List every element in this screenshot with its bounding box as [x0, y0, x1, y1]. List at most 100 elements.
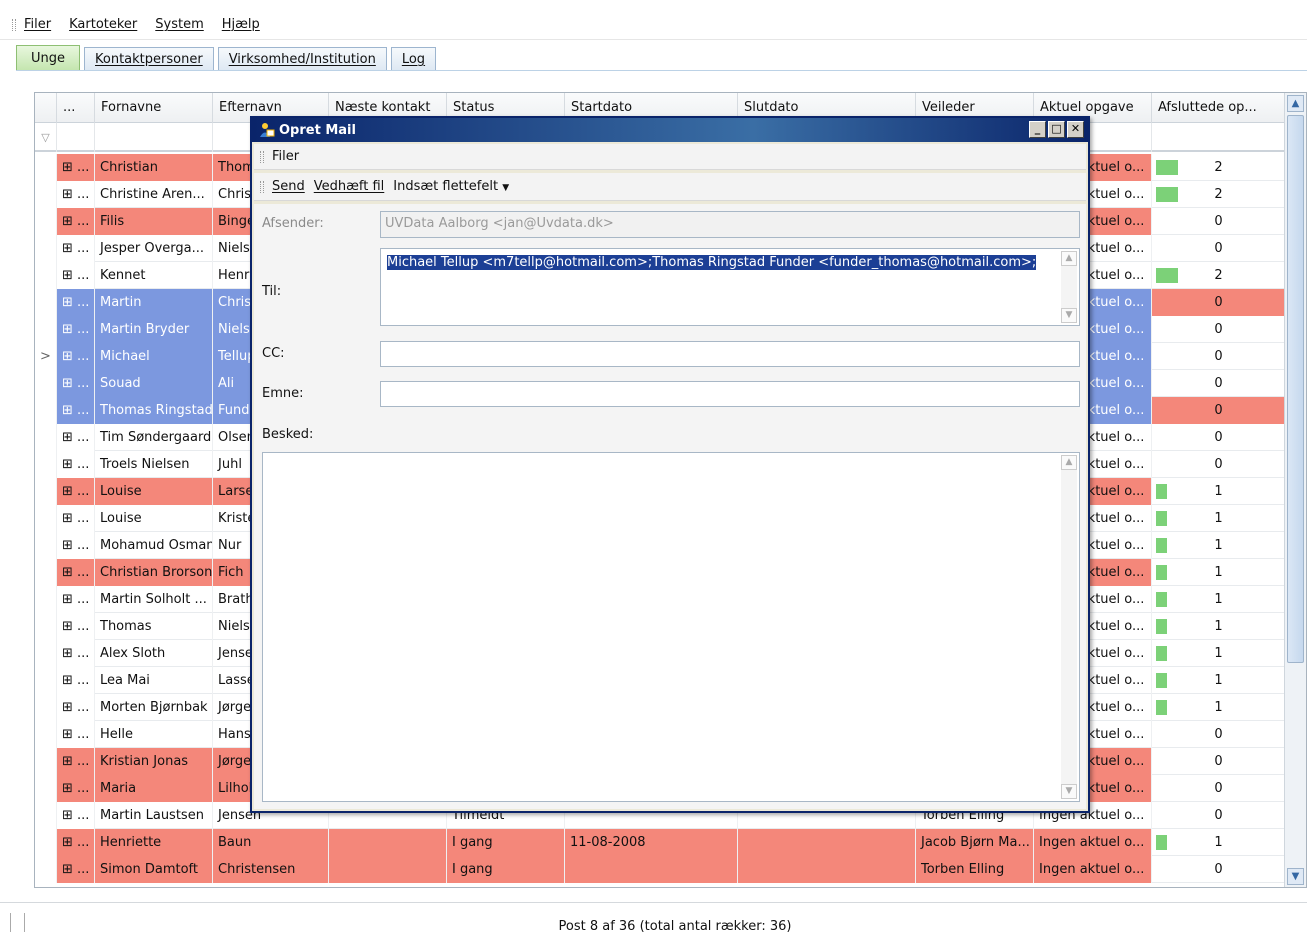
opret-mail-dialog: Opret Mail _ □ ✕ Filer Send Vedhæft fil … [250, 116, 1090, 813]
header-expand[interactable]: ... [57, 93, 95, 123]
expand-cell[interactable]: ⊞ ... [57, 370, 95, 397]
progress-bar [1156, 700, 1167, 715]
fornavn-cell: Maria [95, 775, 213, 802]
scroll-up-icon[interactable]: ▲ [1287, 95, 1304, 112]
menu-hjaelp[interactable]: Hjælp [222, 17, 260, 32]
row-indicator [35, 289, 57, 316]
header-afsluttede[interactable]: Afsluttede op... [1152, 93, 1286, 123]
fornavn-cell: Morten Bjørnbak [95, 694, 213, 721]
tab-unge[interactable]: Unge [16, 45, 81, 71]
expand-cell[interactable]: ⊞ ... [57, 235, 95, 262]
attach-file-button[interactable]: Vedhæft fil [314, 179, 385, 194]
filter-cell[interactable] [57, 123, 95, 152]
afsluttede-count: 1 [1214, 592, 1223, 607]
table-row[interactable]: ⊞ ... Henriette Baun I gang 11-08-2008 Jacob … [35, 829, 1286, 856]
close-icon[interactable]: ✕ [1067, 121, 1084, 138]
expand-cell[interactable]: ⊞ ... [57, 613, 95, 640]
insert-mergefield-dropdown[interactable]: Indsæt flettefelt ▼ [393, 179, 509, 194]
send-button[interactable]: Send [272, 179, 305, 194]
afsluttede-count: 0 [1214, 241, 1223, 256]
to-scrollbar[interactable]: ▲ ▼ [1061, 251, 1077, 323]
afsluttede-count: 1 [1214, 565, 1223, 580]
expand-cell[interactable]: ⊞ ... [57, 721, 95, 748]
fornavn-cell: Helle [95, 721, 213, 748]
dialog-toolbar-grip[interactable] [260, 180, 264, 193]
scroll-up-icon[interactable]: ▲ [1061, 455, 1077, 470]
fornavn-cell: Christine Aren... [95, 181, 213, 208]
grid-scrollbar[interactable]: ▲ ▼ [1284, 93, 1306, 887]
expand-cell[interactable]: ⊞ ... [57, 829, 95, 856]
progress-bar [1156, 673, 1167, 688]
filter-cell[interactable] [95, 123, 213, 152]
header-fornavne[interactable]: Fornavne [95, 93, 213, 123]
expand-cell[interactable]: ⊞ ... [57, 289, 95, 316]
menubar-grip[interactable] [12, 18, 16, 31]
filter-cell[interactable] [1152, 123, 1286, 152]
naeste-kontakt-cell [329, 829, 447, 856]
scroll-thumb[interactable] [1287, 115, 1304, 663]
expand-cell[interactable]: ⊞ ... [57, 694, 95, 721]
progress-bar [1156, 268, 1178, 283]
expand-cell[interactable]: ⊞ ... [57, 640, 95, 667]
expand-cell[interactable]: ⊞ ... [57, 451, 95, 478]
afsluttede-cell: 0 [1152, 802, 1286, 829]
row-indicator [35, 613, 57, 640]
expand-cell[interactable]: ⊞ ... [57, 478, 95, 505]
expand-cell[interactable]: ⊞ ... [57, 856, 95, 883]
filter-icon[interactable]: ▽ [35, 123, 57, 152]
expand-cell[interactable]: ⊞ ... [57, 397, 95, 424]
progress-bar [1156, 835, 1167, 850]
message-scrollbar[interactable]: ▲ ▼ [1061, 455, 1077, 799]
minimize-icon[interactable]: _ [1029, 121, 1046, 138]
subject-field[interactable] [380, 381, 1080, 407]
menu-system[interactable]: System [155, 17, 203, 32]
cc-field[interactable] [380, 341, 1080, 367]
scroll-down-icon[interactable]: ▼ [1061, 308, 1077, 323]
to-field-value: Michael Tellup <m7tellp@hotmail.com>;Tho… [387, 255, 1037, 270]
afsluttede-count: 1 [1214, 646, 1223, 661]
table-row[interactable]: ⊞ ... Simon Damtoft Christensen I gang Torbe… [35, 856, 1286, 883]
row-indicator [35, 451, 57, 478]
message-field[interactable]: ▲ ▼ [262, 452, 1080, 802]
progress-bar [1156, 619, 1167, 634]
expand-cell[interactable]: ⊞ ... [57, 262, 95, 289]
dialog-menu-grip[interactable] [260, 150, 264, 163]
fornavn-cell: Tim Søndergaard [95, 424, 213, 451]
dialog-titlebar[interactable]: Opret Mail _ □ ✕ [252, 118, 1088, 142]
fornavn-cell: Filis [95, 208, 213, 235]
fornavn-cell: Thomas [95, 613, 213, 640]
row-indicator [35, 694, 57, 721]
expand-cell[interactable]: ⊞ ... [57, 424, 95, 451]
veileder-cell: Torben Elling [916, 856, 1034, 883]
subject-label: Emne: [262, 386, 304, 401]
expand-cell[interactable]: ⊞ ... [57, 802, 95, 829]
expand-cell[interactable]: ⊞ ... [57, 559, 95, 586]
tab-kontaktpersoner[interactable]: Kontaktpersoner [84, 47, 214, 71]
from-field: UVData Aalborg <jan@Uvdata.dk> [380, 211, 1080, 238]
expand-cell[interactable]: ⊞ ... [57, 532, 95, 559]
expand-cell[interactable]: ⊞ ... [57, 667, 95, 694]
expand-cell[interactable]: ⊞ ... [57, 775, 95, 802]
expand-cell[interactable]: ⊞ ... [57, 586, 95, 613]
expand-cell[interactable]: ⊞ ... [57, 343, 95, 370]
scroll-up-icon[interactable]: ▲ [1061, 251, 1077, 266]
startdato-cell [565, 856, 738, 883]
tab-virksomhed[interactable]: Virksomhed/Institution [217, 47, 387, 71]
expand-cell[interactable]: ⊞ ... [57, 208, 95, 235]
expand-cell[interactable]: ⊞ ... [57, 748, 95, 775]
scroll-down-icon[interactable]: ▼ [1287, 868, 1304, 885]
expand-cell[interactable]: ⊞ ... [57, 505, 95, 532]
fornavn-cell: Thomas Ringstad [95, 397, 213, 424]
to-field[interactable]: Michael Tellup <m7tellp@hotmail.com>;Tho… [380, 248, 1080, 326]
tab-log[interactable]: Log [390, 47, 437, 71]
maximize-icon[interactable]: □ [1048, 121, 1065, 138]
menu-filer[interactable]: Filer [24, 17, 51, 32]
row-indicator [35, 856, 57, 883]
dialog-menu-filer[interactable]: Filer [272, 149, 299, 164]
expand-cell[interactable]: ⊞ ... [57, 154, 95, 181]
scroll-down-icon[interactable]: ▼ [1061, 784, 1077, 799]
expand-cell[interactable]: ⊞ ... [57, 316, 95, 343]
expand-cell[interactable]: ⊞ ... [57, 181, 95, 208]
menu-kartoteker[interactable]: Kartoteker [69, 17, 137, 32]
afsluttede-cell: 0 [1152, 316, 1286, 343]
